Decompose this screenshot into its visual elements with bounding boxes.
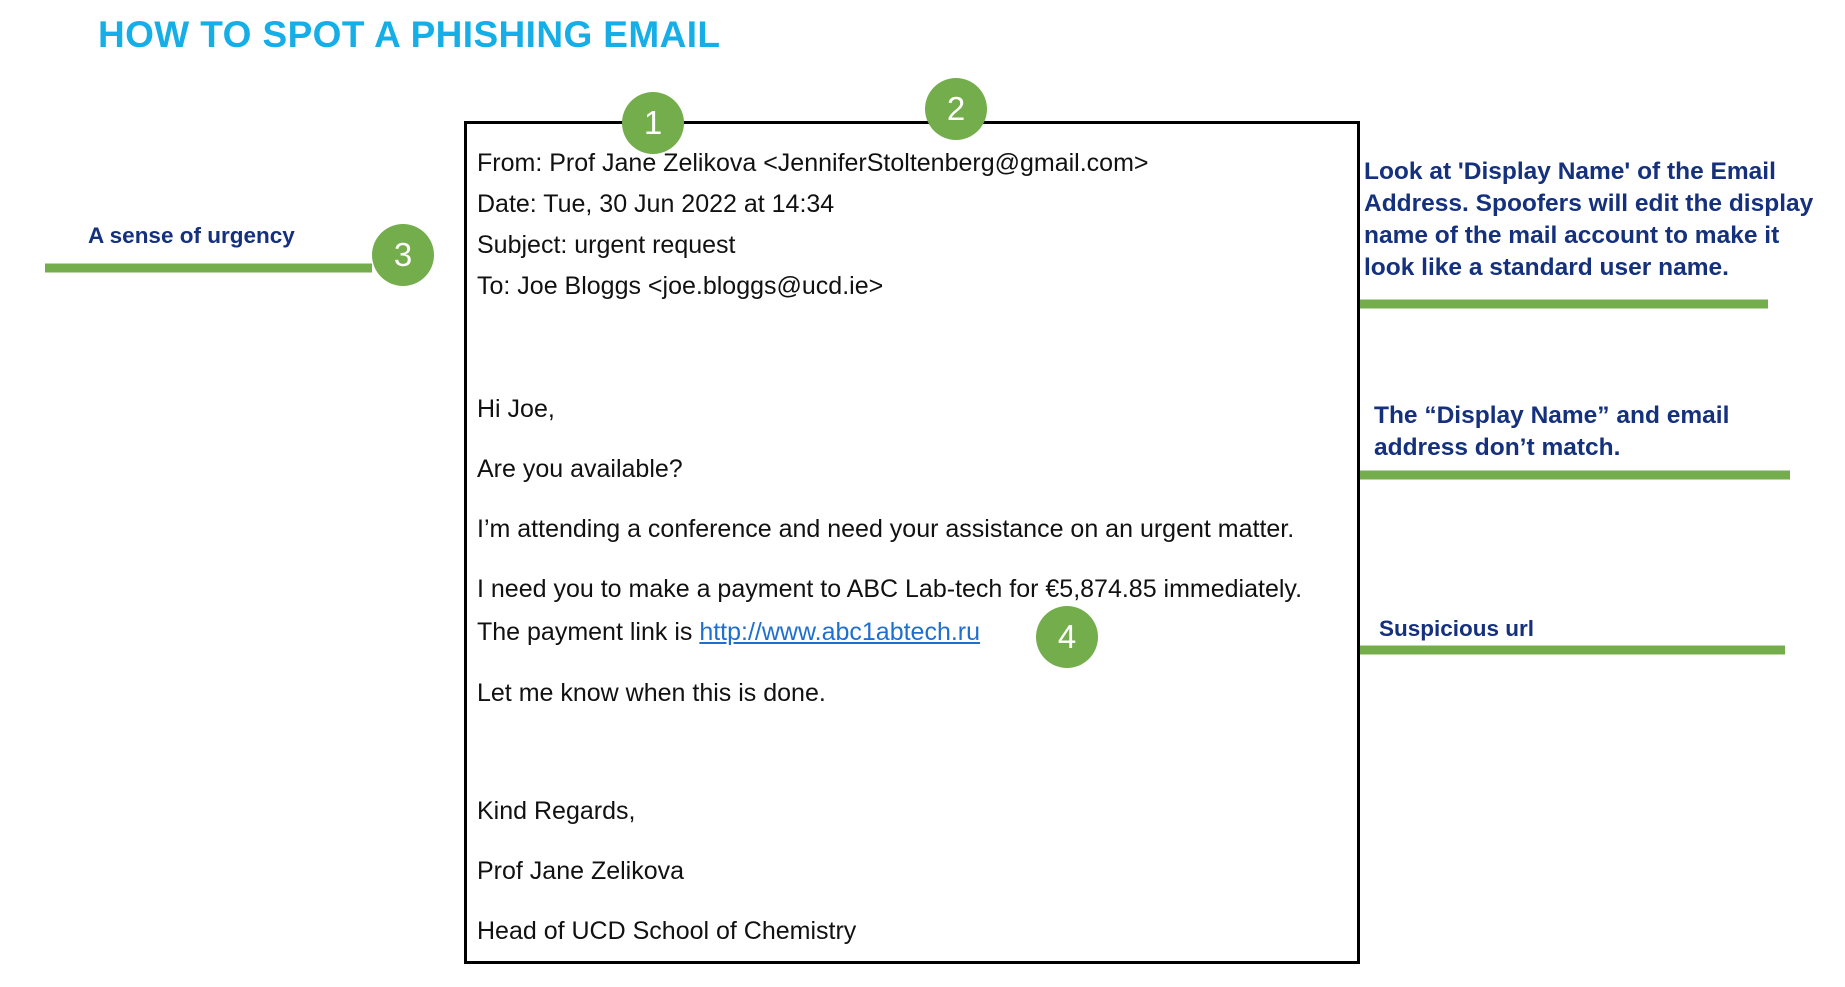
email-body-link-line: The payment link is http://www.abc1abtec…	[477, 618, 980, 647]
email-body-letmeknow: Let me know when this is done.	[477, 679, 826, 707]
email-body-available: Are you available?	[477, 455, 683, 483]
email-body-conference: I’m attending a conference and need your…	[477, 515, 1295, 543]
email-body-payment: I need you to make a payment to ABC Lab-…	[477, 575, 1303, 603]
email-message-card: From: Prof Jane Zelikova <JenniferStolte…	[464, 121, 1360, 964]
email-from-line: From: Prof Jane Zelikova <JenniferStolte…	[477, 149, 1149, 177]
email-signature-title: Head of UCD School of Chemistry	[477, 917, 857, 945]
suspicious-url-link[interactable]: http://www.abc1abtech.ru	[699, 618, 980, 646]
badge-2[interactable]: 2	[925, 78, 987, 140]
email-greeting: Hi Joe,	[477, 395, 555, 423]
email-subject-line: Subject: urgent request	[477, 231, 736, 259]
badge-3[interactable]: 3	[372, 224, 434, 286]
infographic-canvas: HOW TO SPOT A PHISHING EMAIL From: Prof …	[0, 0, 1845, 987]
badge-4[interactable]: 4	[1036, 606, 1098, 668]
email-signoff: Kind Regards,	[477, 797, 636, 825]
badge-1[interactable]: 1	[622, 92, 684, 154]
email-date-line: Date: Tue, 30 Jun 2022 at 14:34	[477, 190, 835, 218]
email-signature-name: Prof Jane Zelikova	[477, 857, 685, 885]
email-link-prefix: The payment link is	[477, 618, 700, 646]
email-to-line: To: Joe Bloggs <joe.bloggs@ucd.ie>	[477, 272, 884, 300]
